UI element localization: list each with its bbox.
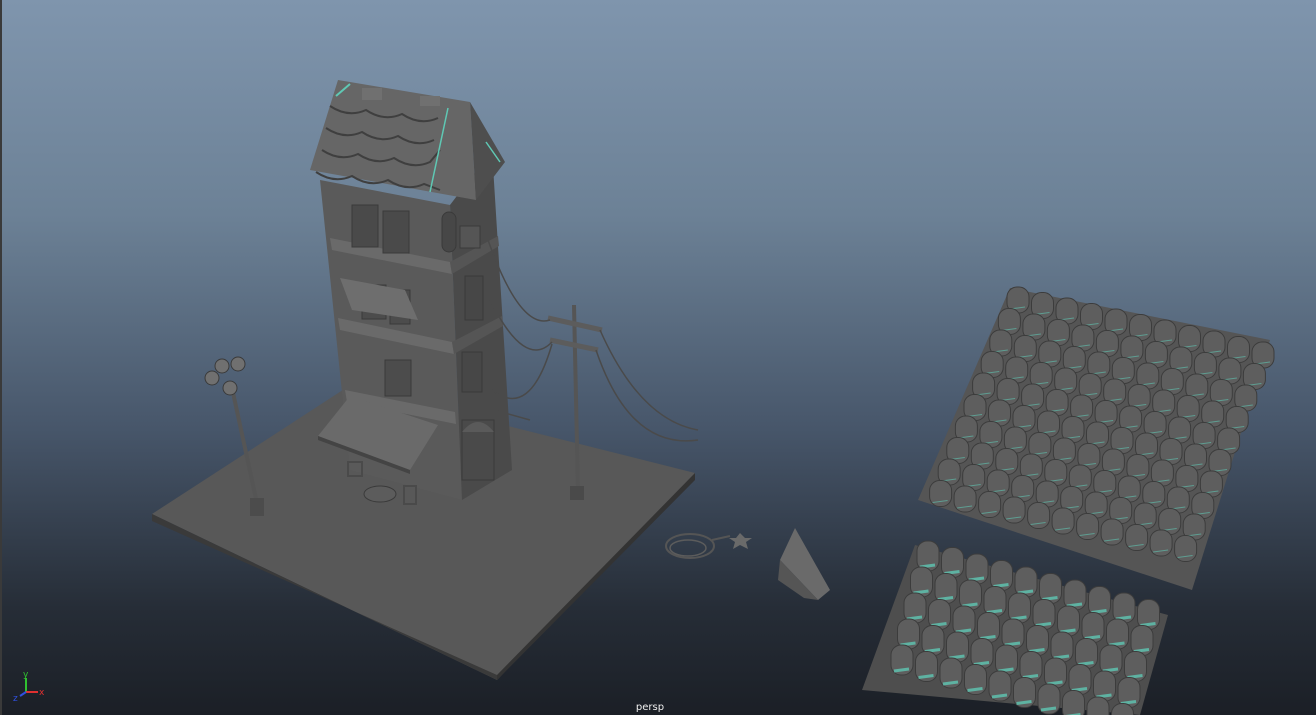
- cables: [487, 239, 699, 442]
- tile-highlight: [918, 674, 934, 679]
- tile-highlight: [893, 667, 910, 673]
- house[interactable]: [310, 80, 512, 505]
- roof-tiles-small[interactable]: [862, 540, 1168, 715]
- camera-label: persp: [635, 702, 665, 713]
- axis-x-label: x: [39, 688, 45, 698]
- 3d-viewport[interactable]: y x z persp: [0, 0, 1316, 715]
- axis-z-line: [19, 691, 27, 697]
- roof-tiles-large[interactable]: [918, 286, 1275, 590]
- scene-canvas[interactable]: [0, 0, 1316, 715]
- rope-coil[interactable]: [665, 533, 752, 559]
- wedge-block[interactable]: [778, 528, 830, 600]
- tile-highlight: [942, 680, 959, 686]
- tile-highlight: [967, 687, 983, 692]
- axis-gizmo: y x z: [13, 670, 45, 704]
- tile-highlight: [991, 693, 1008, 699]
- axis-y-label: y: [23, 670, 29, 680]
